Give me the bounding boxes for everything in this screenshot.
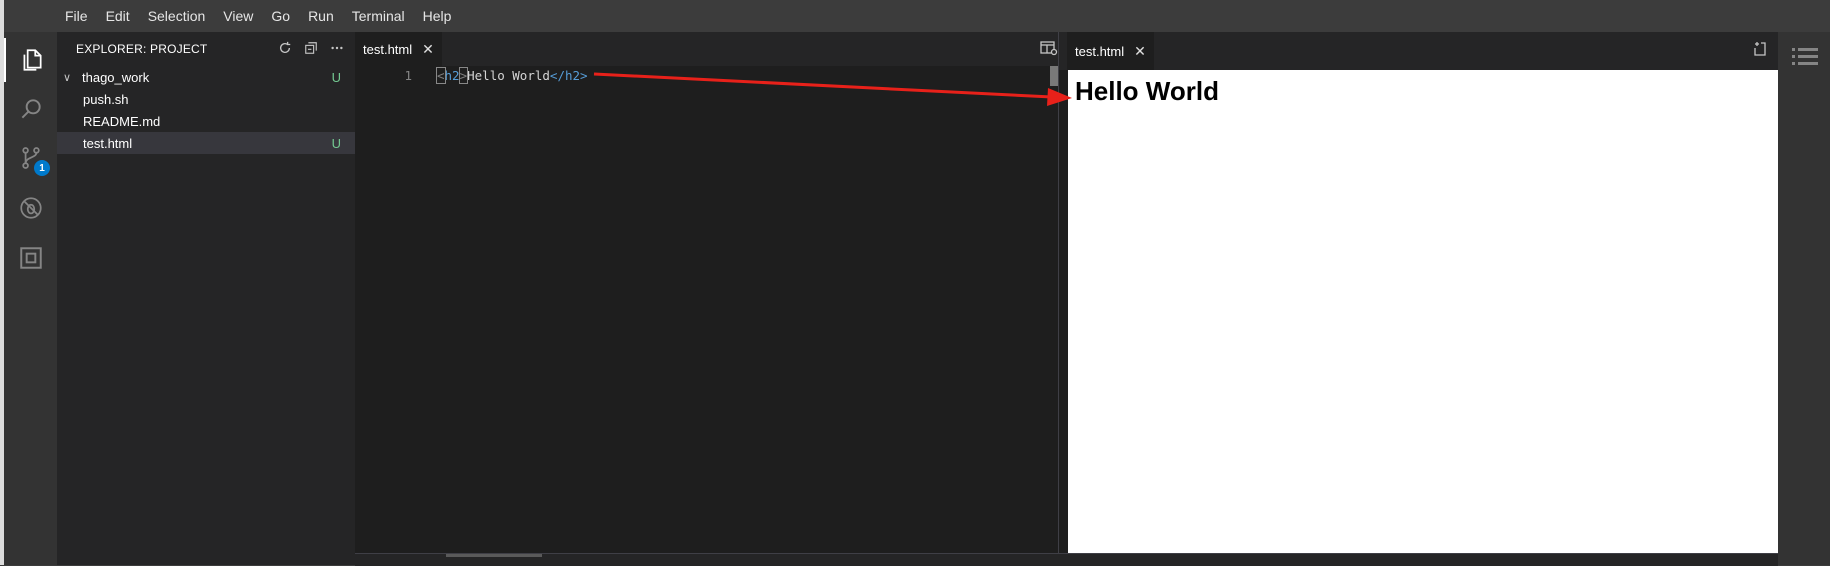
more-actions-icon[interactable] xyxy=(329,40,345,56)
explorer-icon[interactable] xyxy=(4,38,57,82)
debug-icon[interactable] xyxy=(4,186,57,230)
preview-heading: Hello World xyxy=(1075,76,1219,106)
code-tag-open: h2 xyxy=(444,68,460,83)
close-icon[interactable]: ✕ xyxy=(422,41,434,58)
editor-group: test.html ✕ 1 <h2>Hello World</h2> xyxy=(355,32,1058,553)
code-content: Hello World xyxy=(467,68,550,83)
code-tag-close: </h2> xyxy=(549,68,588,83)
open-preview-icon[interactable] xyxy=(1040,40,1058,56)
tab-label: test.html xyxy=(1075,43,1125,59)
secondary-activity-bar xyxy=(1778,32,1830,565)
close-icon[interactable]: ✕ xyxy=(1134,43,1146,60)
activity-bar: 1 xyxy=(4,32,57,565)
git-status-badge: U xyxy=(331,69,341,85)
file-push-sh[interactable]: push.sh xyxy=(57,88,355,110)
folder-thago-work[interactable]: ∨ thago_work U xyxy=(57,66,355,88)
explorer-sidebar: EXPLORER: PROJECT ∨ thago_work U push.sh… xyxy=(57,32,355,565)
menu-terminal[interactable]: Terminal xyxy=(343,0,414,32)
sidebar-title: EXPLORER: PROJECT xyxy=(76,42,208,56)
git-status-badge: U xyxy=(331,135,341,151)
tab-test-html[interactable]: test.html ✕ xyxy=(355,32,442,66)
file-name: test.html xyxy=(83,135,133,151)
scm-badge: 1 xyxy=(34,160,50,176)
collapse-all-icon[interactable] xyxy=(303,40,319,56)
folder-name: thago_work xyxy=(82,69,150,85)
menu-go[interactable]: Go xyxy=(262,0,299,32)
code-line-1[interactable]: 1 <h2>Hello World</h2> xyxy=(355,66,1058,86)
preview-tab-bar: test.html ✕ xyxy=(1059,32,1778,70)
tab-preview-test-html[interactable]: test.html ✕ xyxy=(1067,32,1154,70)
file-test-html[interactable]: test.html U xyxy=(57,132,355,154)
code-bracket-open: < xyxy=(436,67,446,84)
chevron-down-icon: ∨ xyxy=(63,71,72,84)
menu-help[interactable]: Help xyxy=(414,0,461,32)
source-control-icon[interactable]: 1 xyxy=(4,136,57,180)
outline-icon[interactable] xyxy=(1792,46,1818,68)
menu-view[interactable]: View xyxy=(214,0,262,32)
panel-scrollbar[interactable] xyxy=(446,554,542,557)
menu-run[interactable]: Run xyxy=(299,0,343,32)
menu-file[interactable]: File xyxy=(56,0,97,32)
extensions-icon[interactable] xyxy=(4,236,57,280)
sidebar-header: EXPLORER: PROJECT xyxy=(57,32,355,66)
refresh-icon[interactable] xyxy=(277,40,293,56)
minimap-slider[interactable] xyxy=(1050,66,1058,86)
file-name: README.md xyxy=(83,113,161,129)
code-bracket-close: > xyxy=(458,67,469,84)
bottom-panel xyxy=(355,553,1778,566)
tab-label: test.html xyxy=(363,41,413,57)
sidebar-actions xyxy=(277,40,345,56)
file-name: push.sh xyxy=(83,91,129,107)
preview-group: test.html ✕ Hello World xyxy=(1058,32,1778,553)
preview-page: Hello World xyxy=(1068,70,1778,553)
file-readme-md[interactable]: README.md xyxy=(57,110,355,132)
menu-edit[interactable]: Edit xyxy=(97,0,139,32)
open-source-icon[interactable] xyxy=(1752,41,1768,57)
editor-tab-bar: test.html ✕ xyxy=(355,32,1058,66)
code-text[interactable]: <h2>Hello World</h2> xyxy=(436,66,588,86)
line-number: 1 xyxy=(404,68,412,83)
menu-selection[interactable]: Selection xyxy=(139,0,215,32)
menu-bar: File Edit Selection View Go Run Terminal… xyxy=(4,0,1830,32)
search-icon[interactable] xyxy=(4,87,57,131)
